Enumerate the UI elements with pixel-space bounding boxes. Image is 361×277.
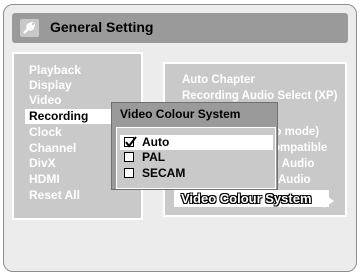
option-label: SECAM: [142, 166, 186, 180]
settings-screen: General Setting Playback Display Video R…: [3, 4, 357, 272]
colour-system-options: Auto PAL SECAM: [116, 127, 276, 189]
option-label: PAL: [142, 150, 166, 164]
menu-item-clock[interactable]: Clock: [29, 125, 62, 140]
menu-item-reset-all[interactable]: Reset All: [29, 188, 80, 203]
menu-item-video[interactable]: Video: [29, 93, 61, 108]
wrench-icon: [20, 19, 39, 37]
menu-item-channel[interactable]: Channel: [29, 141, 76, 156]
option-label: Auto: [142, 135, 170, 149]
submenu-item-audio[interactable]: g Audio: [272, 157, 314, 172]
page-title: General Setting: [50, 19, 154, 35]
option-pal[interactable]: PAL: [120, 150, 273, 165]
header-bar: General Setting: [12, 13, 348, 43]
submenu-item-audio-2[interactable]: Audio: [278, 173, 311, 188]
checkbox-icon[interactable]: [124, 168, 134, 178]
checkbox-icon[interactable]: [124, 152, 134, 162]
menu-item-playback[interactable]: Playback: [29, 63, 81, 78]
submenu-item-auto-chapter[interactable]: Auto Chapter: [182, 73, 255, 88]
option-secam[interactable]: SECAM: [120, 166, 273, 181]
video-colour-system-dialog: Video Colour System Auto PAL SECAM: [111, 102, 278, 190]
option-auto[interactable]: Auto: [120, 135, 273, 150]
checkbox-checked-icon[interactable]: [124, 136, 137, 148]
submenu-item-compatible[interactable]: ompatible: [273, 141, 327, 156]
menu-item-hdmi[interactable]: HDMI: [29, 172, 60, 187]
submenu-item-video-colour-system[interactable]: Video Colour System: [174, 190, 329, 207]
dialog-title: Video Colour System: [120, 107, 241, 121]
menu-item-display[interactable]: Display: [29, 78, 72, 93]
menu-item-divx[interactable]: DivX: [29, 156, 56, 171]
chevron-right-icon: [324, 194, 334, 208]
